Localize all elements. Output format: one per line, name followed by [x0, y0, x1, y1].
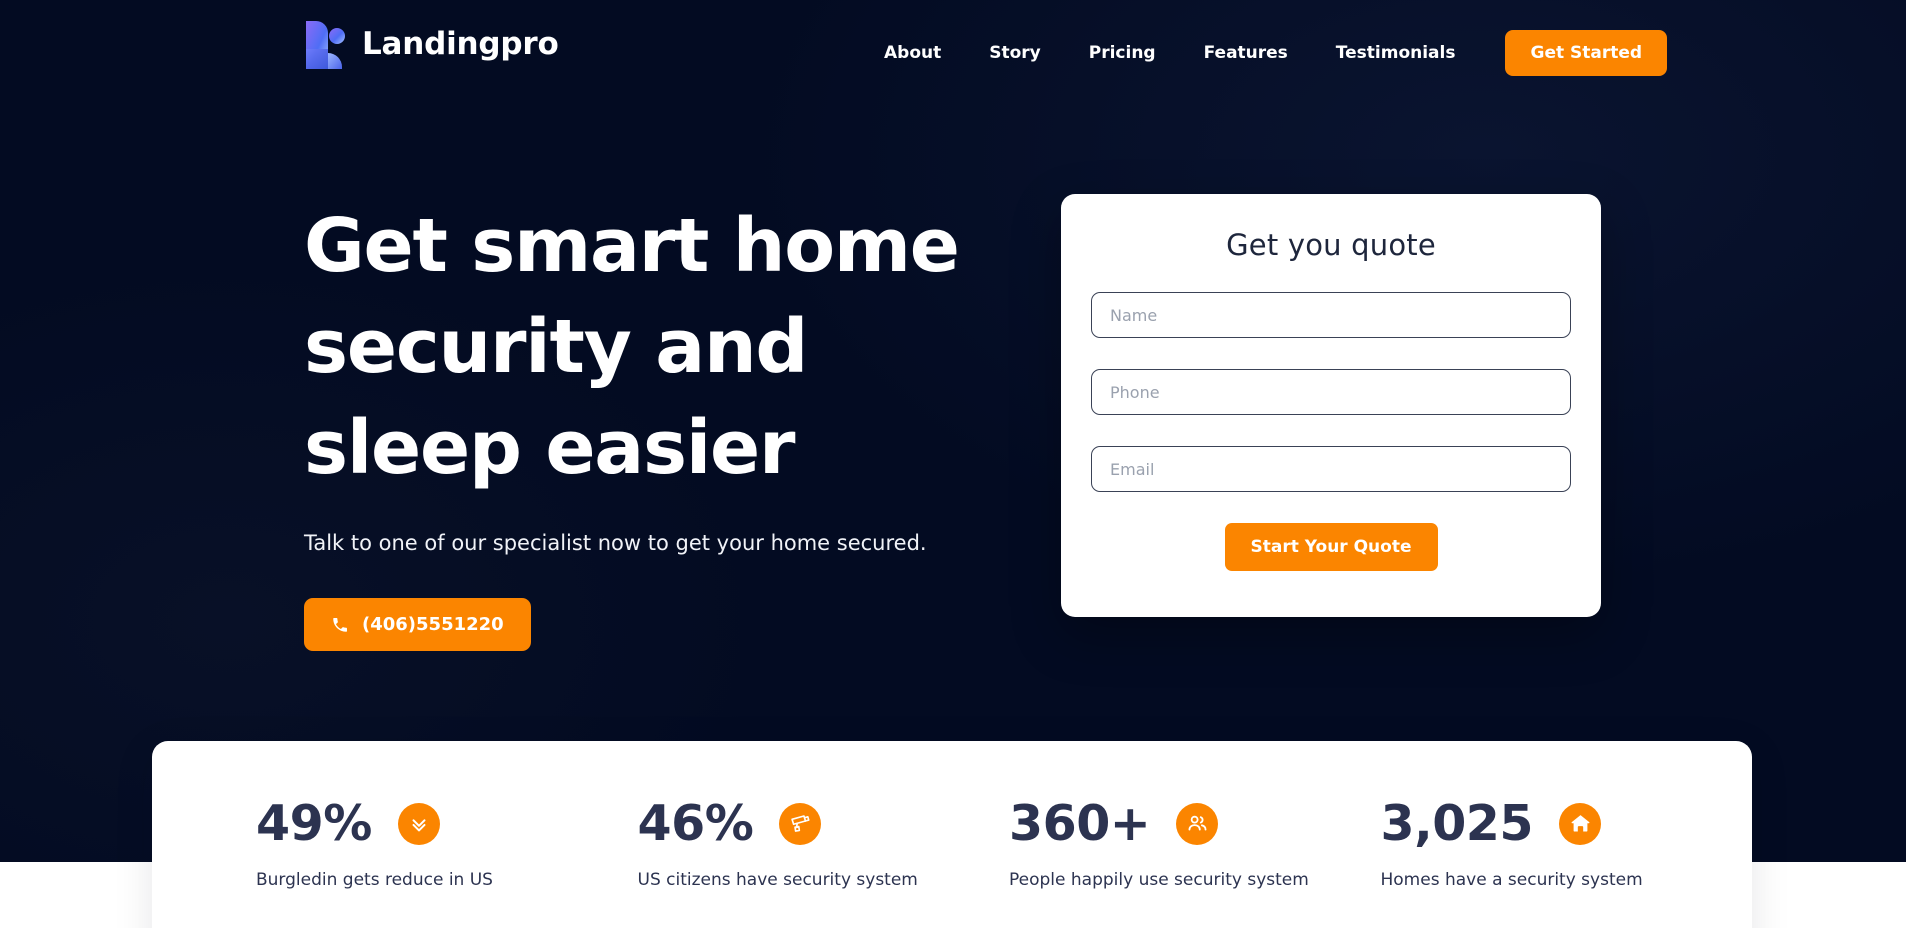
stat-top-row: 49% — [256, 799, 440, 848]
name-input[interactable] — [1091, 292, 1571, 338]
stat-item-people: 360+ People happily use security system — [967, 741, 1339, 928]
stat-label: US citizens have security system — [637, 870, 918, 890]
nav-link-testimonials[interactable]: Testimonials — [1336, 37, 1456, 69]
nav-link-story[interactable]: Story — [989, 37, 1041, 69]
quote-form-title: Get you quote — [1226, 228, 1436, 262]
stat-label: People happily use security system — [1009, 870, 1309, 890]
landingpro-logo-icon — [306, 21, 345, 69]
phone-cta-label: (406)5551220 — [362, 614, 504, 636]
nav-link-pricing[interactable]: Pricing — [1089, 37, 1156, 69]
stat-item-burglary: 49% Burgledin gets reduce in US — [194, 741, 586, 928]
brand-name: Landingpro — [362, 25, 559, 62]
brand-logo[interactable]: Landingpro — [304, 19, 559, 69]
stats-card: 49% Burgledin gets reduce in US 46% US c… — [152, 741, 1752, 928]
hero-title-line-2: security and — [304, 304, 808, 390]
stat-label: Homes have a security system — [1380, 870, 1643, 890]
stat-label: Burgledin gets reduce in US — [256, 870, 493, 890]
stat-top-row: 46% — [638, 799, 822, 848]
nav-link-features[interactable]: Features — [1204, 37, 1288, 69]
stat-value: 49% — [256, 795, 372, 852]
hero-subtitle: Talk to one of our specialist now to get… — [304, 531, 927, 555]
stat-value: 3,025 — [1380, 795, 1534, 852]
stat-icon-badge — [1176, 802, 1219, 845]
phone-cta-button[interactable]: (406)5551220 — [304, 598, 531, 652]
phone-icon — [333, 617, 347, 632]
start-your-quote-button[interactable]: Start Your Quote — [1224, 523, 1438, 571]
stat-item-citizens: 46% US citizens have security system — [586, 741, 968, 928]
stat-value: 46% — [637, 795, 754, 852]
hero-title-line-3: sleep easier — [304, 405, 796, 491]
phone-input[interactable] — [1091, 369, 1571, 415]
site-header: Landingpro About Story Pricing Features … — [0, 0, 1906, 88]
hero-content: Get smart home security and sleep easier… — [304, 196, 1004, 652]
stat-item-homes: 3,025 Homes have a security system — [1339, 741, 1711, 928]
landing-page: Landingpro About Story Pricing Features … — [0, 0, 1906, 928]
users-group-icon — [1188, 815, 1207, 831]
stat-icon-badge — [397, 802, 440, 845]
quote-submit-wrapper: Start Your Quote — [1091, 523, 1571, 571]
stat-icon-badge — [779, 802, 822, 845]
cctv-camera-icon — [791, 815, 810, 832]
primary-navigation: About Story Pricing Features Testimonial… — [884, 30, 1668, 76]
stat-icon-badge — [1559, 802, 1601, 845]
hero-title: Get smart home security and sleep easier — [304, 196, 1004, 499]
get-started-button[interactable]: Get Started — [1505, 30, 1668, 76]
stat-top-row: 3,025 — [1380, 795, 1601, 852]
chevron-double-down-icon — [412, 818, 426, 831]
home-icon — [1571, 815, 1589, 832]
stat-value: 360+ — [1009, 795, 1151, 852]
nav-link-about[interactable]: About — [884, 37, 941, 69]
quote-form-card: Get you quote Start Your Quote — [1061, 194, 1601, 617]
email-input[interactable] — [1091, 446, 1571, 492]
stat-top-row: 360+ — [1009, 795, 1219, 852]
hero-title-line-1: Get smart home — [304, 203, 960, 289]
